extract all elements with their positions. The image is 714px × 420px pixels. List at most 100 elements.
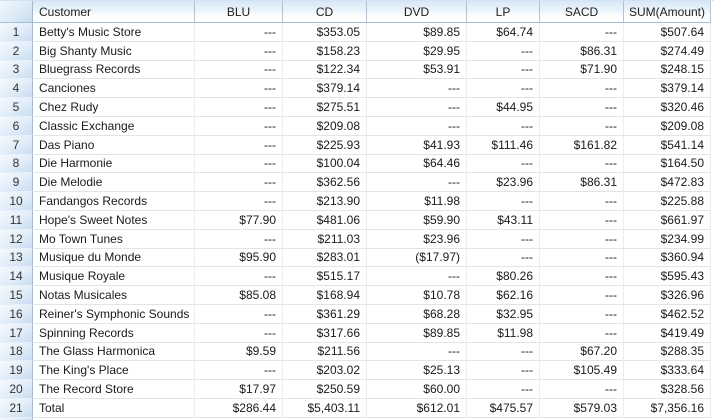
cell-cd[interactable]: $213.90 xyxy=(283,192,367,211)
cell-sum[interactable]: $333.64 xyxy=(624,361,711,381)
cell-lp[interactable]: --- xyxy=(467,380,540,399)
cell-sacd[interactable]: --- xyxy=(540,192,624,211)
cell-blu[interactable]: $85.08 xyxy=(195,286,283,305)
cell-blu[interactable]: --- xyxy=(195,60,283,80)
cell-customer[interactable]: Fandangos Records xyxy=(33,192,195,211)
cell-cd[interactable]: $100.04 xyxy=(283,154,367,174)
column-header-dvd[interactable]: DVD xyxy=(367,1,467,23)
cell-dvd[interactable]: --- xyxy=(367,342,467,362)
table-row[interactable]: 3 Bluegrass Records --- $122.34 $53.91 -… xyxy=(0,60,714,80)
row-indicator[interactable]: 6 xyxy=(0,116,33,136)
cell-sacd[interactable]: --- xyxy=(540,154,624,174)
cell-dvd[interactable]: $11.98 xyxy=(367,192,467,211)
cell-sum[interactable]: $328.56 xyxy=(624,380,711,399)
cell-lp[interactable]: --- xyxy=(467,229,540,249)
cell-sum[interactable]: $7,356.16 xyxy=(624,398,711,418)
cell-sacd[interactable]: --- xyxy=(540,210,624,230)
table-row[interactable]: 1 Betty's Music Store --- $353.05 $89.85… xyxy=(0,23,714,42)
table-row[interactable]: 17 Spinning Records --- $317.66 $89.85 $… xyxy=(0,323,714,343)
table-row[interactable]: 6 Classic Exchange --- $209.08 --- --- -… xyxy=(0,116,714,136)
cell-sum[interactable]: $234.99 xyxy=(624,229,711,249)
table-row[interactable]: 21 Total $286.44 $5,403.11 $612.01 $475.… xyxy=(0,398,714,418)
row-indicator[interactable]: 3 xyxy=(0,60,33,80)
cell-dvd[interactable]: $41.93 xyxy=(367,135,467,155)
cell-sacd[interactable]: $86.31 xyxy=(540,173,624,193)
table-row[interactable]: 20 The Record Store $17.97 $250.59 $60.0… xyxy=(0,380,714,399)
cell-dvd[interactable]: $29.95 xyxy=(367,41,467,61)
cell-dvd[interactable]: ($17.97) xyxy=(367,248,467,268)
cell-blu[interactable]: $9.59 xyxy=(195,342,283,362)
cell-blu[interactable]: --- xyxy=(195,116,283,136)
cell-cd[interactable]: $158.23 xyxy=(283,41,367,61)
cell-dvd[interactable]: --- xyxy=(367,98,467,117)
cell-customer[interactable]: Hope's Sweet Notes xyxy=(33,210,195,230)
cell-dvd[interactable]: --- xyxy=(367,267,467,287)
row-indicator[interactable]: 5 xyxy=(0,98,33,117)
cell-cd[interactable]: $481.06 xyxy=(283,210,367,230)
row-indicator[interactable]: 17 xyxy=(0,323,33,343)
cell-cd[interactable]: $203.02 xyxy=(283,361,367,381)
cell-lp[interactable]: $11.98 xyxy=(467,323,540,343)
cell-sacd[interactable]: $67.20 xyxy=(540,342,624,362)
grid-corner-cell[interactable] xyxy=(0,1,33,23)
cell-sacd[interactable]: --- xyxy=(540,116,624,136)
row-indicator[interactable]: 8 xyxy=(0,154,33,174)
table-row[interactable]: 11 Hope's Sweet Notes $77.90 $481.06 $59… xyxy=(0,210,714,230)
cell-dvd[interactable]: $25.13 xyxy=(367,361,467,381)
cell-lp[interactable]: $32.95 xyxy=(467,304,540,324)
cell-customer[interactable]: Die Harmonie xyxy=(33,154,195,174)
cell-customer[interactable]: Musique Royale xyxy=(33,267,195,287)
cell-dvd[interactable]: $89.85 xyxy=(367,23,467,42)
cell-dvd[interactable]: $612.01 xyxy=(367,398,467,418)
row-indicator[interactable]: 16 xyxy=(0,304,33,324)
table-row[interactable]: 5 Chez Rudy --- $275.51 --- $44.95 --- $… xyxy=(0,98,714,117)
cell-sum[interactable]: $419.49 xyxy=(624,323,711,343)
cell-blu[interactable]: $77.90 xyxy=(195,210,283,230)
cell-blu[interactable]: --- xyxy=(195,23,283,42)
cell-sum[interactable]: $661.97 xyxy=(624,210,711,230)
cell-sacd[interactable]: --- xyxy=(540,323,624,343)
cell-dvd[interactable]: $23.96 xyxy=(367,229,467,249)
cell-lp[interactable]: $64.74 xyxy=(467,23,540,42)
table-row[interactable]: 14 Musique Royale --- $515.17 --- $80.26… xyxy=(0,267,714,287)
row-indicator[interactable]: 1 xyxy=(0,23,33,42)
cell-sum[interactable]: $507.64 xyxy=(624,23,711,42)
column-header-lp[interactable]: LP xyxy=(467,1,540,23)
cell-blu[interactable]: $95.90 xyxy=(195,248,283,268)
cell-sacd[interactable]: --- xyxy=(540,248,624,268)
cell-sum[interactable]: $360.94 xyxy=(624,248,711,268)
cell-lp[interactable]: --- xyxy=(467,192,540,211)
cell-blu[interactable]: --- xyxy=(195,267,283,287)
cell-blu[interactable]: $286.44 xyxy=(195,398,283,418)
cell-blu[interactable]: --- xyxy=(195,154,283,174)
cell-cd[interactable]: $209.08 xyxy=(283,116,367,136)
row-indicator[interactable]: 15 xyxy=(0,286,33,305)
cell-lp[interactable]: $44.95 xyxy=(467,98,540,117)
cell-dvd[interactable]: $59.90 xyxy=(367,210,467,230)
cell-cd[interactable]: $275.51 xyxy=(283,98,367,117)
cell-lp[interactable]: --- xyxy=(467,248,540,268)
cell-lp[interactable]: $80.26 xyxy=(467,267,540,287)
cell-cd[interactable]: $5,403.11 xyxy=(283,398,367,418)
cell-sacd[interactable]: --- xyxy=(540,23,624,42)
cell-sum[interactable]: $472.83 xyxy=(624,173,711,193)
cell-lp[interactable]: --- xyxy=(467,361,540,381)
cell-blu[interactable]: --- xyxy=(195,361,283,381)
column-header-blu[interactable]: BLU xyxy=(195,1,283,23)
cell-customer[interactable]: Das Piano xyxy=(33,135,195,155)
cell-sum[interactable]: $462.52 xyxy=(624,304,711,324)
cell-lp[interactable]: $23.96 xyxy=(467,173,540,193)
table-row[interactable]: 10 Fandangos Records --- $213.90 $11.98 … xyxy=(0,192,714,211)
cell-sacd[interactable]: --- xyxy=(540,286,624,305)
table-row[interactable]: 18 The Glass Harmonica $9.59 $211.56 ---… xyxy=(0,342,714,362)
cell-dvd[interactable]: $89.85 xyxy=(367,323,467,343)
row-indicator[interactable]: 11 xyxy=(0,210,33,230)
cell-sacd[interactable]: $579.03 xyxy=(540,398,624,418)
cell-dvd[interactable]: --- xyxy=(367,116,467,136)
cell-dvd[interactable]: --- xyxy=(367,79,467,99)
row-indicator[interactable]: 18 xyxy=(0,342,33,362)
cell-cd[interactable]: $353.05 xyxy=(283,23,367,42)
cell-cd[interactable]: $168.94 xyxy=(283,286,367,305)
cell-customer[interactable]: Total xyxy=(33,398,195,418)
column-header-customer[interactable]: Customer xyxy=(33,1,195,23)
